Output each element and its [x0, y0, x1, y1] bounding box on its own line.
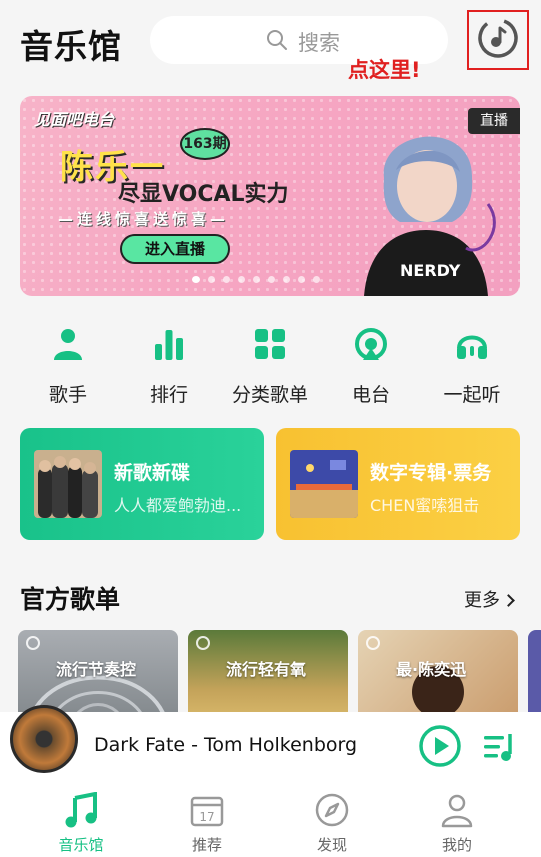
tab-music-hall[interactable]: 音乐馆 — [36, 792, 126, 855]
enter-live-button[interactable]: 进入直播 — [120, 234, 230, 264]
calendar-icon: 17 — [190, 796, 224, 827]
banner-issue-badge: 163期 — [180, 128, 230, 160]
music-note-icon — [65, 792, 97, 828]
playlist-queue-icon[interactable] — [482, 730, 516, 764]
playlist-title: 流行节奏控 — [56, 660, 137, 679]
page-dot — [298, 276, 305, 283]
chevron-right-icon — [502, 594, 515, 607]
page-dot — [313, 276, 320, 283]
category-label: 电台 — [351, 384, 390, 406]
category-singer[interactable]: 歌手 — [18, 326, 118, 407]
category-row: 歌手 排行 分类歌单 电台 一起听 — [18, 326, 523, 416]
play-button[interactable] — [418, 724, 462, 768]
calendar-day: 17 — [199, 810, 214, 824]
category-label: 歌手 — [48, 384, 87, 406]
bottom-nav: 音乐馆 17 推荐 发现 我的 — [0, 780, 541, 857]
card-title: 数字专辑·票务 — [370, 462, 492, 484]
page-dot — [238, 276, 245, 283]
singer-icon — [54, 329, 82, 360]
category-label: 分类歌单 — [231, 384, 308, 406]
music-recognition-icon[interactable] — [476, 16, 520, 60]
category-radio[interactable]: 电台 — [321, 326, 421, 407]
grid-icon — [255, 329, 285, 359]
page-dot — [283, 276, 290, 283]
tab-label: 我的 — [441, 836, 472, 854]
svg-text:NERDY: NERDY — [400, 261, 461, 280]
search-icon — [267, 30, 287, 50]
category-listen-together[interactable]: 一起听 — [422, 326, 522, 407]
card-subtitle: CHEN蜜嗦狙击 — [370, 496, 480, 515]
category-chart[interactable]: 排行 — [119, 326, 219, 407]
more-link[interactable]: 更多 — [464, 586, 515, 612]
card-subtitle: 人人都爱鲍勃迪... — [114, 496, 242, 515]
category-label: 排行 — [149, 384, 188, 406]
section-title: 官方歌单 — [20, 585, 121, 614]
playlist-logo-icon — [366, 636, 380, 650]
banner-brand: 见面吧电台 — [34, 110, 115, 129]
digital-album-card[interactable]: 数字专辑·票务 CHEN蜜嗦狙击 — [276, 428, 520, 540]
tab-label: 发现 — [316, 836, 347, 854]
banner-tagline: —连线惊喜送惊喜— — [58, 210, 230, 228]
banner-pagination — [192, 276, 320, 283]
album-art-disc[interactable] — [10, 705, 78, 773]
page-dot — [223, 276, 230, 283]
page-dot — [192, 276, 200, 283]
page-dot — [253, 276, 260, 283]
category-label: 一起听 — [443, 384, 501, 406]
playlist-logo-icon — [26, 636, 40, 650]
compass-icon — [315, 793, 349, 827]
album-thumbnail — [290, 450, 358, 518]
playlist-title: 最·陈奕迅 — [396, 660, 467, 679]
tab-mine[interactable]: 我的 — [412, 792, 502, 855]
headphones-icon — [457, 335, 487, 359]
promo-banner[interactable]: 见面吧电台 陈乐一 163期 尽显VOCAL实力 —连线惊喜送惊喜— 进入直播 … — [20, 96, 520, 296]
playlist-title: 流行轻有氧 — [226, 660, 307, 679]
page-dot — [268, 276, 275, 283]
tab-recommend[interactable]: 17 推荐 — [162, 792, 252, 855]
page-title: 音乐馆 — [20, 27, 122, 66]
album-thumbnail — [34, 450, 102, 518]
chart-icon — [155, 330, 183, 360]
page-dot — [208, 276, 215, 283]
tab-discover[interactable]: 发现 — [287, 792, 377, 855]
card-title: 新歌新碟 — [114, 462, 191, 484]
new-releases-card[interactable]: 新歌新碟 人人都爱鲍勃迪... — [20, 428, 264, 540]
artist-photo: NERDY — [364, 136, 496, 296]
category-playlists[interactable]: 分类歌单 — [220, 326, 320, 407]
header: 音乐馆 搜索 点这里! — [0, 0, 541, 88]
callout-text: 点这里! — [348, 58, 421, 82]
search-placeholder: 搜索 — [298, 31, 340, 55]
more-label: 更多 — [464, 590, 500, 611]
playlist-logo-icon — [196, 636, 210, 650]
profile-icon — [441, 794, 473, 828]
radio-icon — [355, 328, 387, 360]
now-playing-title[interactable]: Dark Fate - Tom Holkenborg — [94, 734, 357, 756]
tab-label: 推荐 — [191, 836, 222, 854]
tab-label: 音乐馆 — [58, 836, 104, 854]
live-badge: 直播 — [468, 108, 520, 134]
banner-subtitle: 尽显VOCAL实力 — [118, 182, 289, 207]
